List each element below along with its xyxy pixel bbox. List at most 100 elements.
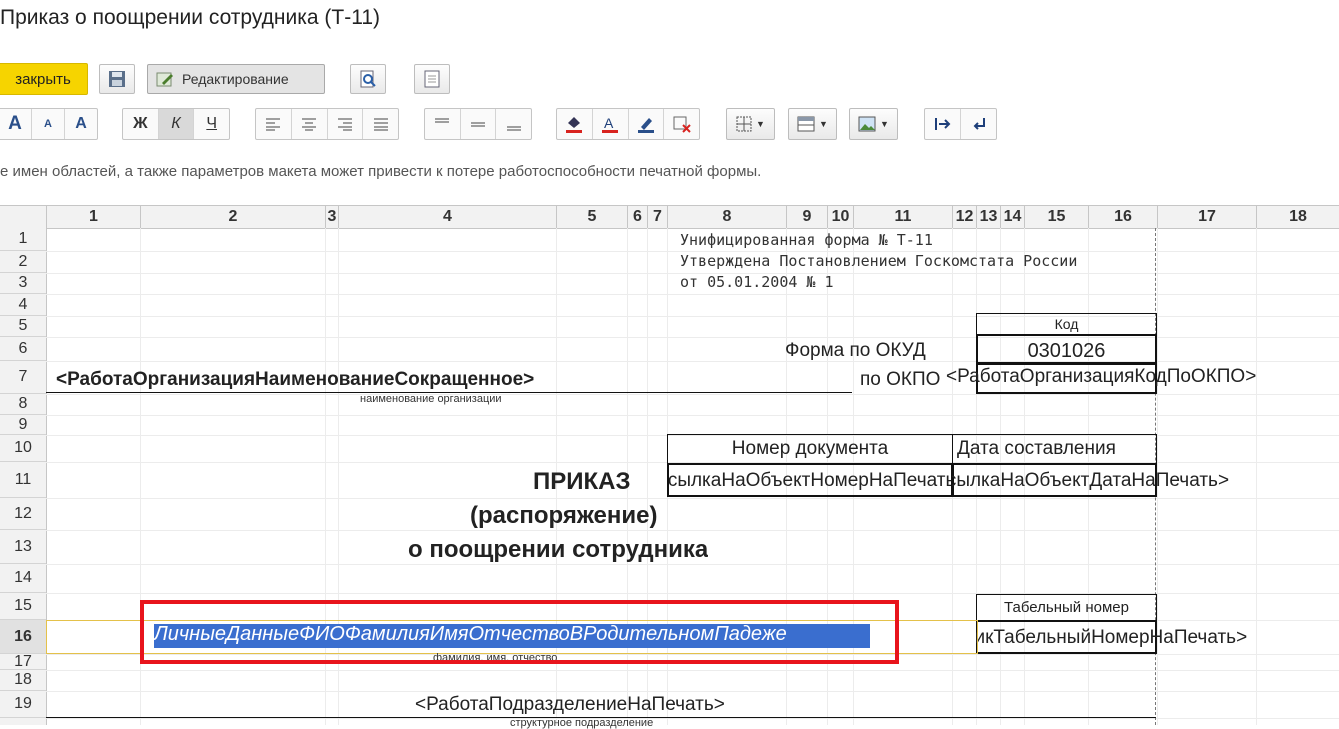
column-header-4[interactable]: 4: [338, 206, 556, 228]
valign-middle-button[interactable]: [461, 109, 497, 139]
row-header-bar: 1 2 3 4 5 6 7 8 9 10 11 12 13 14 15 16 17 18 19: [0, 228, 47, 725]
column-header-3[interactable]: 3: [325, 206, 338, 228]
column-header-15[interactable]: 15: [1024, 206, 1088, 228]
preview-button[interactable]: [350, 64, 386, 94]
department-param: <РаботаПодразделениеНаПечать>: [415, 694, 725, 715]
row-header-16[interactable]: 16: [0, 620, 46, 654]
align-left-button[interactable]: [256, 109, 292, 139]
valign-middle-icon: [471, 122, 485, 127]
row-header-15[interactable]: 15: [0, 593, 46, 620]
row-header-8[interactable]: 8: [0, 394, 46, 415]
column-header-2[interactable]: 2: [140, 206, 325, 228]
valign-top-icon: [435, 118, 450, 123]
okpo-label: по ОКПО: [860, 369, 941, 390]
vertical-align-group: [424, 108, 532, 140]
column-header-5[interactable]: 5: [556, 206, 627, 228]
valign-top-button[interactable]: [425, 109, 461, 139]
row-header-14[interactable]: 14: [0, 564, 46, 593]
row-header-13[interactable]: 13: [0, 530, 46, 564]
row-header-3[interactable]: 3: [0, 273, 46, 294]
row-header-19[interactable]: 19: [0, 691, 46, 718]
row-header-2[interactable]: 2: [0, 251, 46, 273]
okud-label: Форма по ОКУД: [785, 340, 926, 361]
grid-hline: [46, 498, 1339, 499]
font-style-group: Ж К Ч: [122, 108, 230, 140]
save-button[interactable]: [99, 64, 135, 94]
column-header-6[interactable]: 6: [627, 206, 647, 228]
row-header-9[interactable]: 9: [0, 415, 46, 435]
organization-caption: наименование организации: [360, 393, 502, 405]
column-header-9[interactable]: 9: [786, 206, 827, 228]
doc-date-param-wrap: <СсылкаНаОбъектДатаНаПечать>: [952, 470, 1229, 492]
column-header-18[interactable]: 18: [1256, 206, 1339, 228]
column-header-16[interactable]: 16: [1088, 206, 1157, 228]
column-header-7[interactable]: 7: [647, 206, 667, 228]
wrap-button[interactable]: [961, 109, 996, 139]
align-center-icon: [302, 118, 317, 131]
row-header-4[interactable]: 4: [0, 294, 46, 316]
picture-icon: [858, 116, 876, 132]
column-header-8[interactable]: 8: [667, 206, 786, 228]
okud-value: 0301026: [976, 334, 1157, 364]
align-right-icon: [337, 118, 352, 131]
row-header-6[interactable]: 6: [0, 337, 46, 361]
highlight-button[interactable]: [629, 109, 665, 139]
row-header-10[interactable]: 10: [0, 435, 46, 462]
text-color-icon: A: [602, 115, 619, 133]
bold-button[interactable]: Ж: [123, 109, 159, 139]
align-right-button[interactable]: [328, 109, 364, 139]
approved-text: Утверждена Постановлением Госкомстата Ро…: [680, 252, 1078, 270]
row-header-1[interactable]: 1: [0, 228, 46, 251]
paint-bucket-icon: [566, 117, 583, 133]
underline-button[interactable]: Ч: [194, 109, 229, 139]
column-header-12[interactable]: 12: [952, 206, 976, 228]
page-settings-button[interactable]: [414, 64, 450, 94]
table-icon: [797, 116, 815, 132]
align-center-button[interactable]: [292, 109, 328, 139]
font-grow-button[interactable]: A: [65, 109, 97, 139]
doc-number-cell: <СсылкаНаОбъектНомерНаПечать>: [667, 463, 953, 497]
column-header-17[interactable]: 17: [1157, 206, 1256, 228]
clear-format-button[interactable]: [664, 109, 699, 139]
row-header-17[interactable]: 17: [0, 653, 46, 670]
column-header-1[interactable]: 1: [46, 206, 140, 228]
row-header-7[interactable]: 7: [0, 361, 46, 394]
font-decrease-button[interactable]: A: [32, 109, 65, 139]
magnifier-page-icon: [360, 70, 376, 88]
row-header-12[interactable]: 12: [0, 498, 46, 530]
grid-hline: [46, 394, 1339, 395]
indent-button[interactable]: [925, 109, 961, 139]
unified-form-text: Унифицированная форма № Т-11: [680, 231, 933, 249]
editing-toggle-button[interactable]: Редактирование: [147, 64, 325, 94]
column-header-13[interactable]: 13: [976, 206, 1000, 228]
doc-date-header: Дата составления: [952, 434, 1157, 464]
tab-number-param: <СотрудникТабельныйНомерНаПечать>: [976, 627, 1248, 648]
grid-hline: [46, 415, 1339, 416]
approval-date-text: от 05.01.2004 № 1: [680, 273, 834, 291]
okpo-param-text: <РаботаОрганизацияКодПоОКПО>: [946, 366, 1257, 387]
grid-hline: [46, 530, 1339, 531]
close-button[interactable]: закрыть: [0, 63, 88, 95]
table-format-dropdown[interactable]: ▼: [788, 108, 837, 140]
pencil-icon: [637, 118, 654, 133]
italic-button[interactable]: К: [158, 109, 195, 139]
editing-label: Редактирование: [182, 71, 289, 87]
font-increase-button[interactable]: A: [0, 109, 32, 139]
valign-bottom-button[interactable]: [496, 109, 531, 139]
row-header-11[interactable]: 11: [0, 462, 46, 498]
align-justify-button[interactable]: [363, 109, 398, 139]
heading-subject: о поощрении сотрудника: [408, 536, 709, 563]
row-header-18[interactable]: 18: [0, 670, 46, 691]
edit-icon: [156, 72, 173, 87]
heading-rasporyazhenie: (распоряжение): [470, 502, 658, 529]
column-header-10[interactable]: 10: [827, 206, 853, 228]
picture-dropdown[interactable]: ▼: [849, 108, 898, 140]
column-header-11[interactable]: 11: [853, 206, 952, 228]
layout-warning: е имен областей, а также параметров маке…: [0, 163, 762, 180]
column-header-14[interactable]: 14: [1000, 206, 1024, 228]
text-color-button[interactable]: A: [593, 109, 629, 139]
clear-format-icon: [673, 116, 691, 133]
borders-dropdown[interactable]: ▼: [726, 108, 775, 140]
row-header-5[interactable]: 5: [0, 316, 46, 337]
fill-color-button[interactable]: [557, 109, 593, 139]
